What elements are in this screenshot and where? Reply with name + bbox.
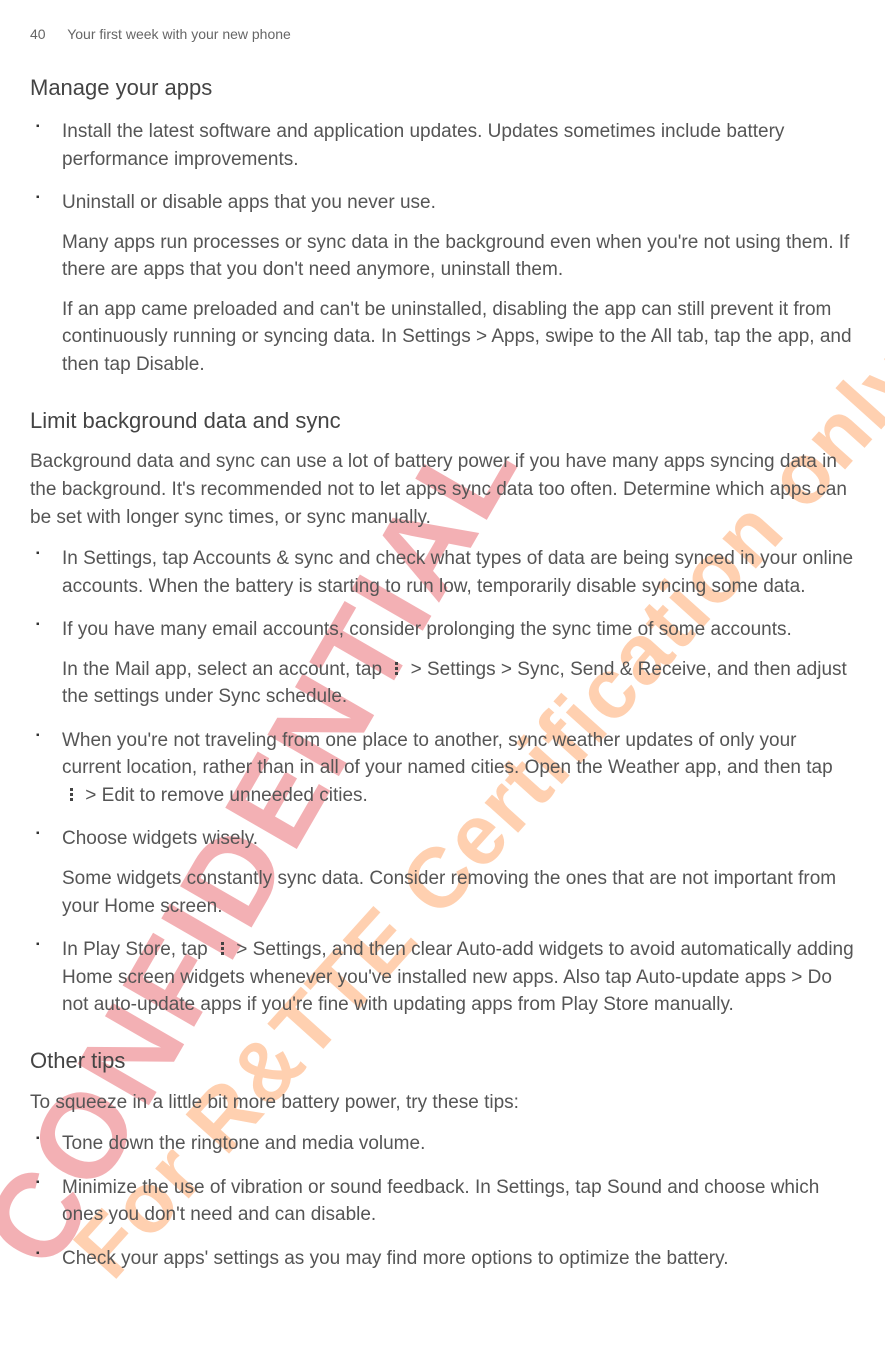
list-limit-background: In Settings, tap Accounts & sync and che… (58, 545, 855, 1019)
list-manage-apps: Install the latest software and applicat… (58, 118, 855, 378)
list-item-text: Choose widgets wisely. (62, 825, 855, 853)
list-item-text: In the Mail app, select an account, tap … (62, 656, 855, 711)
list-item: Install the latest software and applicat… (58, 118, 855, 173)
more-options-icon (64, 787, 78, 803)
list-item: In Settings, tap Accounts & sync and che… (58, 545, 855, 600)
list-item: Choose widgets wisely. Some widgets cons… (58, 825, 855, 920)
list-item-text: Uninstall or disable apps that you never… (62, 189, 855, 217)
list-item: Uninstall or disable apps that you never… (58, 189, 855, 378)
list-item: In Play Store, tap > Settings, and then … (58, 936, 855, 1019)
page-header: 40 Your first week with your new phone (30, 24, 855, 44)
heading-manage-apps: Manage your apps (30, 72, 855, 104)
list-item-text: In Play Store, tap > Settings, and then … (62, 936, 855, 1019)
heading-other-tips: Other tips (30, 1045, 855, 1077)
heading-limit-background: Limit background data and sync (30, 405, 855, 437)
list-item-text: When you're not traveling from one place… (62, 727, 855, 810)
list-item: Minimize the use of vibration or sound f… (58, 1174, 855, 1229)
list-item-text: If an app came preloaded and can't be un… (62, 296, 855, 379)
list-item-text: Check your apps' settings as you may fin… (62, 1245, 855, 1273)
intro-limit-background: Background data and sync can use a lot o… (30, 448, 855, 531)
page-content: 40 Your first week with your new phone M… (30, 24, 855, 1272)
more-options-icon (389, 661, 403, 677)
list-item-text: Minimize the use of vibration or sound f… (62, 1174, 855, 1229)
list-item-text: If you have many email accounts, conside… (62, 616, 855, 644)
page-number: 40 (30, 24, 46, 44)
list-item-text: In Settings, tap Accounts & sync and che… (62, 545, 855, 600)
list-item: When you're not traveling from one place… (58, 727, 855, 810)
more-options-icon (215, 941, 229, 957)
list-item-text: Some widgets constantly sync data. Consi… (62, 865, 855, 920)
list-item-text: Install the latest software and applicat… (62, 118, 855, 173)
intro-other-tips: To squeeze in a little bit more battery … (30, 1089, 855, 1117)
chapter-title: Your first week with your new phone (67, 26, 291, 42)
list-item-text: Many apps run processes or sync data in … (62, 229, 855, 284)
list-item-text: Tone down the ringtone and media volume. (62, 1130, 855, 1158)
list-item: Check your apps' settings as you may fin… (58, 1245, 855, 1273)
list-item: Tone down the ringtone and media volume. (58, 1130, 855, 1158)
list-item: If you have many email accounts, conside… (58, 616, 855, 711)
list-other-tips: Tone down the ringtone and media volume.… (58, 1130, 855, 1272)
